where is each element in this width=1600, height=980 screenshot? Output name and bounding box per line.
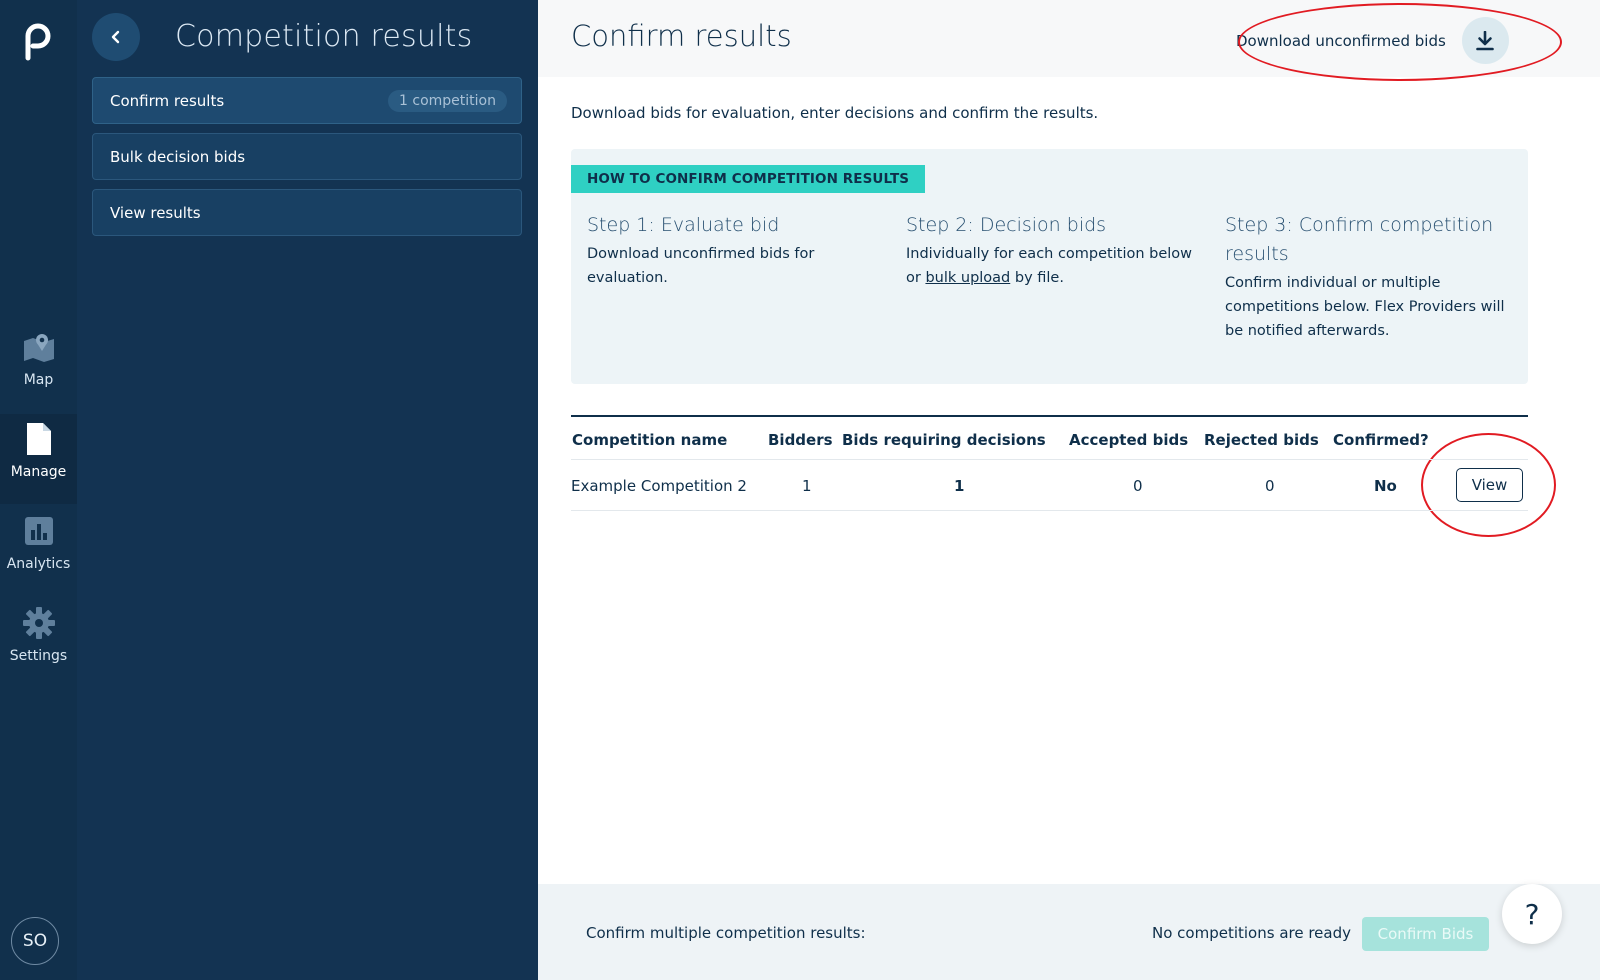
- main-panel: Confirm results Download unconfirmed bid…: [538, 0, 1600, 980]
- rail-item-manage[interactable]: Manage: [0, 414, 77, 504]
- competition-name-link[interactable]: Example Competition 2: [571, 477, 747, 495]
- table-header: Competition name Bidders Bids requiring …: [571, 417, 1528, 460]
- rail-item-label: Analytics: [6, 556, 71, 572]
- bulk-confirm-label: Confirm multiple competition results:: [586, 924, 866, 942]
- step-body: Individually for each competition below …: [906, 242, 1196, 290]
- question-mark-icon: ?: [1524, 897, 1540, 931]
- table-row: Example Competition 2 1 1 0 0 No View: [571, 460, 1528, 511]
- how-to-heading: HOW TO CONFIRM COMPETITION RESULTS: [571, 165, 926, 193]
- sidebar-item-view-results[interactable]: View results: [92, 189, 522, 236]
- rail-item-label: Settings: [9, 648, 68, 664]
- page-header: Confirm results Download unconfirmed bid…: [538, 0, 1600, 77]
- how-to-panel: HOW TO CONFIRM COMPETITION RESULTS Step …: [571, 149, 1528, 384]
- page-title: Confirm results: [571, 19, 792, 53]
- rail-item-label: Manage: [10, 464, 67, 480]
- rail-item-settings[interactable]: Settings: [0, 598, 77, 688]
- confirm-bids-button[interactable]: Confirm Bids: [1362, 917, 1489, 951]
- column-header: Competition name: [572, 431, 728, 449]
- download-icon: [1461, 17, 1509, 64]
- column-header: Bidders: [768, 431, 833, 449]
- confirmed-status: No: [1374, 477, 1397, 495]
- column-header: Confirmed?: [1333, 431, 1429, 449]
- help-button[interactable]: ?: [1502, 884, 1562, 944]
- sidebar-item-confirm-results[interactable]: Confirm results 1 competition: [92, 77, 522, 124]
- bottom-bar: Confirm multiple competition results: No…: [538, 884, 1600, 980]
- sidebar-item-bulk-decision-bids[interactable]: Bulk decision bids: [92, 133, 522, 180]
- bar-chart-icon: [22, 514, 56, 548]
- sidebar-item-label: Confirm results: [110, 91, 225, 110]
- rail-item-label: Map: [23, 372, 54, 388]
- gear-icon: [22, 606, 56, 640]
- step-title: Step 2: Decision bids: [906, 214, 1107, 236]
- download-label: Download unconfirmed bids: [1236, 31, 1446, 50]
- sidebar-item-label: Bulk decision bids: [110, 147, 246, 166]
- rejected-bids-value: 0: [1265, 477, 1275, 495]
- avatar[interactable]: SO: [11, 917, 59, 965]
- page-description: Download bids for evaluation, enter deci…: [571, 104, 1099, 122]
- step-title: Step 1: Evaluate bid: [587, 214, 780, 236]
- count-badge: 1 competition: [388, 89, 507, 112]
- step-title: Step 3: Confirm competition results: [1225, 214, 1494, 265]
- competition-table: Competition name Bidders Bids requiring …: [571, 415, 1528, 511]
- back-button[interactable]: [92, 13, 140, 61]
- nav-rail: Map Manage Analytics Settings SO: [0, 0, 77, 980]
- column-header: Accepted bids: [1069, 431, 1189, 449]
- ready-status: No competitions are ready: [1152, 924, 1351, 942]
- bidders-value: 1: [802, 477, 812, 495]
- column-header: Rejected bids: [1204, 431, 1319, 449]
- step-body: Download unconfirmed bids for evaluation…: [587, 246, 815, 286]
- chevron-left-icon: [111, 30, 120, 44]
- step-3: Step 3: Confirm competition results Conf…: [1225, 211, 1520, 343]
- step-body: Confirm individual or multiple competiti…: [1225, 275, 1505, 339]
- document-icon: [22, 422, 56, 456]
- rail-item-map[interactable]: Map: [0, 322, 77, 412]
- sidebar-item-label: View results: [110, 203, 201, 222]
- bids-requiring-decisions-value: 1: [954, 477, 965, 495]
- step-body-text: by file.: [1010, 270, 1064, 286]
- logo-icon[interactable]: [20, 22, 56, 62]
- step-2: Step 2: Decision bids Individually for e…: [906, 211, 1196, 290]
- accepted-bids-value: 0: [1133, 477, 1143, 495]
- column-header: Bids requiring decisions: [842, 431, 1046, 449]
- sidebar: Competition results Confirm results 1 co…: [77, 0, 538, 980]
- step-1: Step 1: Evaluate bid Download unconfirme…: [587, 211, 877, 290]
- download-unconfirmed-bids-button[interactable]: Download unconfirmed bids: [1236, 17, 1509, 64]
- sidebar-title: Competition results: [175, 19, 473, 54]
- rail-item-analytics[interactable]: Analytics: [0, 506, 77, 596]
- map-icon: [22, 330, 56, 364]
- bulk-upload-link[interactable]: bulk upload: [925, 270, 1010, 286]
- view-button[interactable]: View: [1456, 468, 1523, 502]
